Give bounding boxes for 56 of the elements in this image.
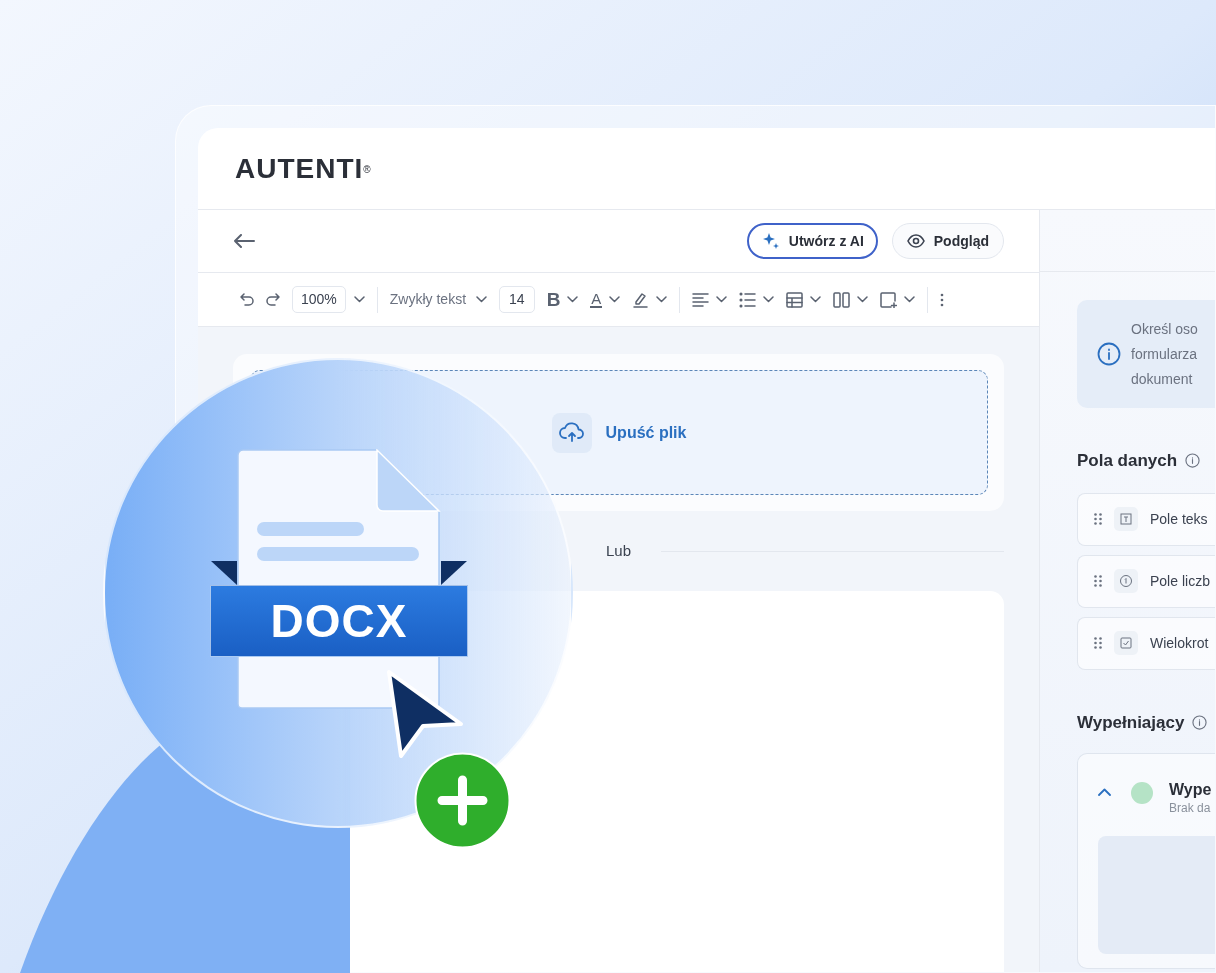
align-left-icon[interactable] — [692, 291, 710, 308]
cursor-icon — [385, 668, 465, 760]
section-heading: Pola danych — [1077, 450, 1178, 472]
data-field-item[interactable]: Wielokrot — [1077, 616, 1215, 670]
redo-icon[interactable] — [266, 293, 280, 306]
chevron-down-icon — [609, 296, 621, 303]
plus-icon — [414, 752, 511, 849]
create-with-ai-button[interactable]: Utwórz z AI — [746, 223, 878, 259]
filler-name: Wype — [1169, 780, 1212, 800]
undo-icon[interactable] — [240, 293, 254, 306]
file-type-label: DOCX — [210, 585, 468, 657]
font-size-field[interactable]: 14 — [499, 286, 535, 313]
drag-handle-icon[interactable] — [1094, 575, 1102, 587]
text-field-icon — [1114, 507, 1138, 531]
table-icon[interactable] — [786, 291, 804, 308]
divider-label: Lub — [606, 540, 631, 561]
chevron-down-icon — [810, 296, 822, 303]
data-field-item[interactable]: Pole teks — [1077, 492, 1215, 546]
info-icon — [1185, 453, 1201, 469]
field-label: Pole teks — [1150, 509, 1208, 529]
text-style-dropdown[interactable]: Zwykły tekst — [389, 289, 488, 310]
preview-button[interactable]: Podgląd — [891, 223, 1004, 259]
chevron-down-icon — [353, 296, 365, 303]
chevron-up-icon[interactable] — [1098, 788, 1111, 796]
filler-subtitle: Brak da — [1169, 800, 1212, 816]
chevron-down-icon — [716, 296, 728, 303]
info-text: Określ oso formularza dokument — [1131, 319, 1198, 389]
number-icon — [1114, 569, 1138, 593]
info-icon — [1192, 714, 1208, 730]
data-field-item[interactable]: Pole liczb — [1077, 554, 1215, 608]
drag-handle-icon[interactable] — [1094, 513, 1102, 525]
text-color-button[interactable]: A — [590, 291, 603, 308]
cloud-upload-icon — [551, 412, 592, 453]
highlighter-icon[interactable] — [632, 291, 650, 308]
logo: AUTENTI$^{®}$ — [235, 154, 372, 183]
chevron-down-icon — [656, 296, 668, 303]
drag-handle-icon[interactable] — [1094, 637, 1102, 649]
bullet-list-icon[interactable] — [739, 291, 757, 308]
section-heading: Wypełniający — [1077, 711, 1185, 734]
chevron-down-icon — [763, 296, 775, 303]
info-icon — [1097, 342, 1121, 366]
chevron-down-icon — [476, 296, 488, 303]
chevron-down-icon — [857, 296, 869, 303]
bold-button[interactable]: B — [546, 290, 561, 309]
columns-icon[interactable] — [833, 291, 851, 308]
drop-zone-label: Upuść plik — [605, 422, 687, 443]
field-label: Pole liczb — [1150, 571, 1210, 591]
eye-icon — [906, 234, 925, 248]
checkbox-icon — [1114, 631, 1138, 655]
back-arrow-icon[interactable] — [233, 234, 255, 248]
add-frame-icon[interactable] — [880, 291, 898, 308]
chevron-down-icon — [567, 296, 579, 303]
field-label: Wielokrot — [1150, 633, 1209, 653]
zoom-field[interactable]: 100% — [292, 286, 346, 313]
chevron-down-icon — [904, 296, 916, 303]
more-options-icon[interactable] — [940, 291, 945, 308]
